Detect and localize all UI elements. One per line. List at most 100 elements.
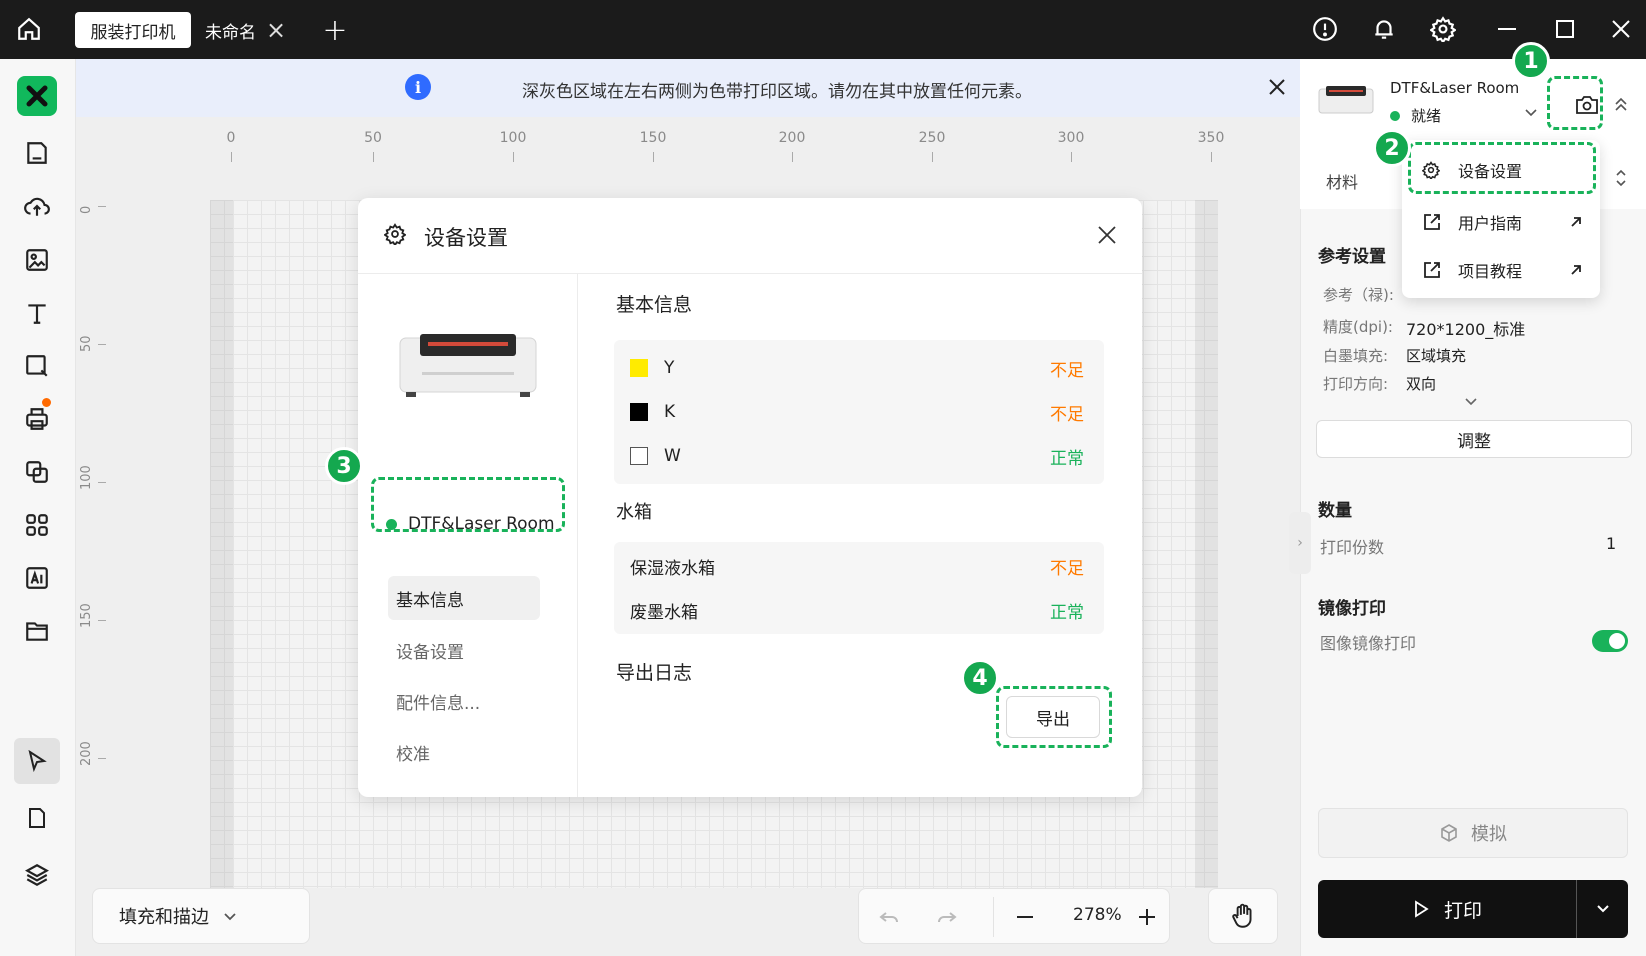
nav-device-settings[interactable]: 设备设置 [388, 628, 540, 672]
close-dialog-icon[interactable] [1092, 220, 1122, 250]
adjust-button[interactable]: 调整 [1316, 420, 1632, 458]
ref-label: 参考（禄): [1323, 286, 1394, 304]
shape-icon[interactable] [14, 343, 60, 389]
chevron-down-icon [224, 913, 236, 921]
dialog-header: 设备设置 [358, 198, 1142, 274]
arrow-up-right-icon [1570, 264, 1582, 276]
fill-stroke-dropdown[interactable]: 填充和描边 [92, 888, 310, 944]
close-tab-icon[interactable]: × [266, 18, 286, 42]
ruler-tick-label: 200 [778, 130, 806, 146]
folder-icon[interactable] [14, 608, 60, 654]
banner-text: 深灰色区域在左右两侧为色带打印区域。请勿在其中放置任何元素。 [522, 82, 1032, 102]
arrow-up-right-icon [1570, 216, 1582, 228]
printer-image [398, 332, 538, 398]
upload-cloud-icon[interactable] [14, 183, 60, 229]
chevron-down-icon[interactable] [1464, 396, 1478, 408]
nav-label: 基本信息 [396, 590, 464, 611]
panel-collapse-handle[interactable]: › [1289, 512, 1311, 574]
menu-item-project-tutorial[interactable]: 项目教程 [1402, 246, 1600, 294]
ink-name: W [664, 446, 681, 466]
copies-value[interactable]: 1 [1606, 534, 1616, 553]
nav-calibration[interactable]: 校准 [388, 730, 540, 774]
close-window-icon[interactable] [1606, 14, 1636, 44]
zoom-level[interactable]: 278% [1073, 905, 1122, 925]
status-dot [1390, 111, 1400, 121]
redo-icon[interactable] [935, 905, 959, 929]
nav-accessory-info[interactable]: 配件信息... [388, 679, 540, 723]
step-badge: 4 [961, 659, 999, 697]
minimize-icon[interactable] [1492, 14, 1522, 44]
text-icon[interactable] [14, 290, 60, 336]
zoom-out-icon[interactable] [1013, 905, 1037, 929]
info-icon: i [405, 74, 431, 100]
zoom-in-icon[interactable] [1135, 905, 1159, 929]
ruler-tick [98, 206, 106, 207]
ruler-tick [653, 152, 654, 162]
ink-status: 正常 [1050, 448, 1084, 469]
external-link-icon [1422, 260, 1442, 280]
home-icon[interactable] [14, 14, 44, 44]
ruler-tick-label: 200 [79, 741, 94, 766]
collapse-up-icon[interactable] [1614, 95, 1628, 113]
material-label: 材料 [1326, 173, 1359, 192]
apps-grid-icon[interactable] [14, 502, 60, 548]
ruler-tick-label: 150 [639, 130, 667, 146]
ink-status-box: Y 不足 K 不足 W 正常 [614, 340, 1104, 484]
ruler-tick-label: 50 [364, 130, 382, 146]
ruler-tick [98, 482, 106, 483]
tank-status: 不足 [1050, 558, 1084, 579]
ai-icon[interactable] [14, 555, 60, 601]
open-file-icon[interactable] [14, 130, 60, 176]
ruler-tick-label: 50 [79, 335, 94, 352]
tab-untitled[interactable]: 未命名 × [203, 12, 303, 48]
tank-row: 保湿液水箱 不足 [614, 544, 1104, 588]
printer-template-icon[interactable] [14, 396, 60, 442]
ruler-tick [98, 344, 106, 345]
ruler-tick-label: 150 [79, 603, 94, 628]
select-cursor-icon[interactable] [14, 738, 60, 784]
simulate-button[interactable]: 模拟 [1318, 808, 1628, 858]
menu-label: 用户指南 [1458, 214, 1523, 233]
mirror-label: 图像镜像打印 [1320, 634, 1417, 653]
tank-name: 保湿液水箱 [630, 558, 715, 579]
precision-label: 精度(dpi): [1323, 318, 1393, 336]
ruler-tick-label: 250 [918, 130, 946, 146]
ruler-tick-label: 300 [1057, 130, 1085, 146]
close-banner-icon[interactable] [1264, 74, 1290, 100]
image-icon[interactable] [14, 237, 60, 283]
expand-icon[interactable] [1614, 167, 1628, 189]
ruler-tick [231, 152, 232, 162]
hand-pan-icon[interactable] [1208, 888, 1278, 944]
print-button[interactable]: 打印 [1318, 880, 1576, 938]
quantity-title: 数量 [1318, 501, 1352, 521]
copies-label: 打印份数 [1320, 538, 1385, 557]
ink-swatch [630, 359, 648, 377]
alert-icon[interactable] [1310, 14, 1340, 44]
tab-label: 未命名 [205, 22, 256, 43]
ink-status: 不足 [1050, 360, 1084, 381]
menu-item-user-guide[interactable]: 用户指南 [1402, 198, 1600, 246]
print-options-chevron-icon[interactable] [1576, 880, 1628, 938]
add-tab-icon[interactable]: + [320, 12, 350, 48]
print-button-group: 打印 [1318, 880, 1628, 938]
export-log-title: 导出日志 [616, 662, 693, 684]
bell-icon[interactable] [1369, 14, 1399, 44]
ruler-tick [792, 152, 793, 162]
mirror-toggle[interactable] [1592, 630, 1628, 652]
tab-garment-printer[interactable]: 服装打印机 [75, 12, 191, 48]
maximize-icon[interactable] [1550, 14, 1580, 44]
ink-swatch [630, 403, 648, 421]
info-banner: 深灰色区域在左右两侧为色带打印区域。请勿在其中放置任何元素。 [76, 59, 1300, 117]
chevron-down-icon[interactable] [1524, 105, 1538, 119]
ink-row: Y 不足 [614, 346, 1104, 390]
ruler-tick [98, 620, 106, 621]
page-icon[interactable] [14, 795, 60, 841]
ruler-tick [1071, 152, 1072, 162]
gear-icon[interactable] [1428, 14, 1458, 44]
undo-icon[interactable] [877, 905, 901, 929]
nav-basic-info[interactable]: 基本信息 [388, 576, 540, 620]
print-dir-value: 双向 [1406, 375, 1437, 393]
nav-label: 校准 [396, 744, 430, 765]
duplicate-icon[interactable] [14, 449, 60, 495]
layers-icon[interactable] [14, 852, 60, 898]
